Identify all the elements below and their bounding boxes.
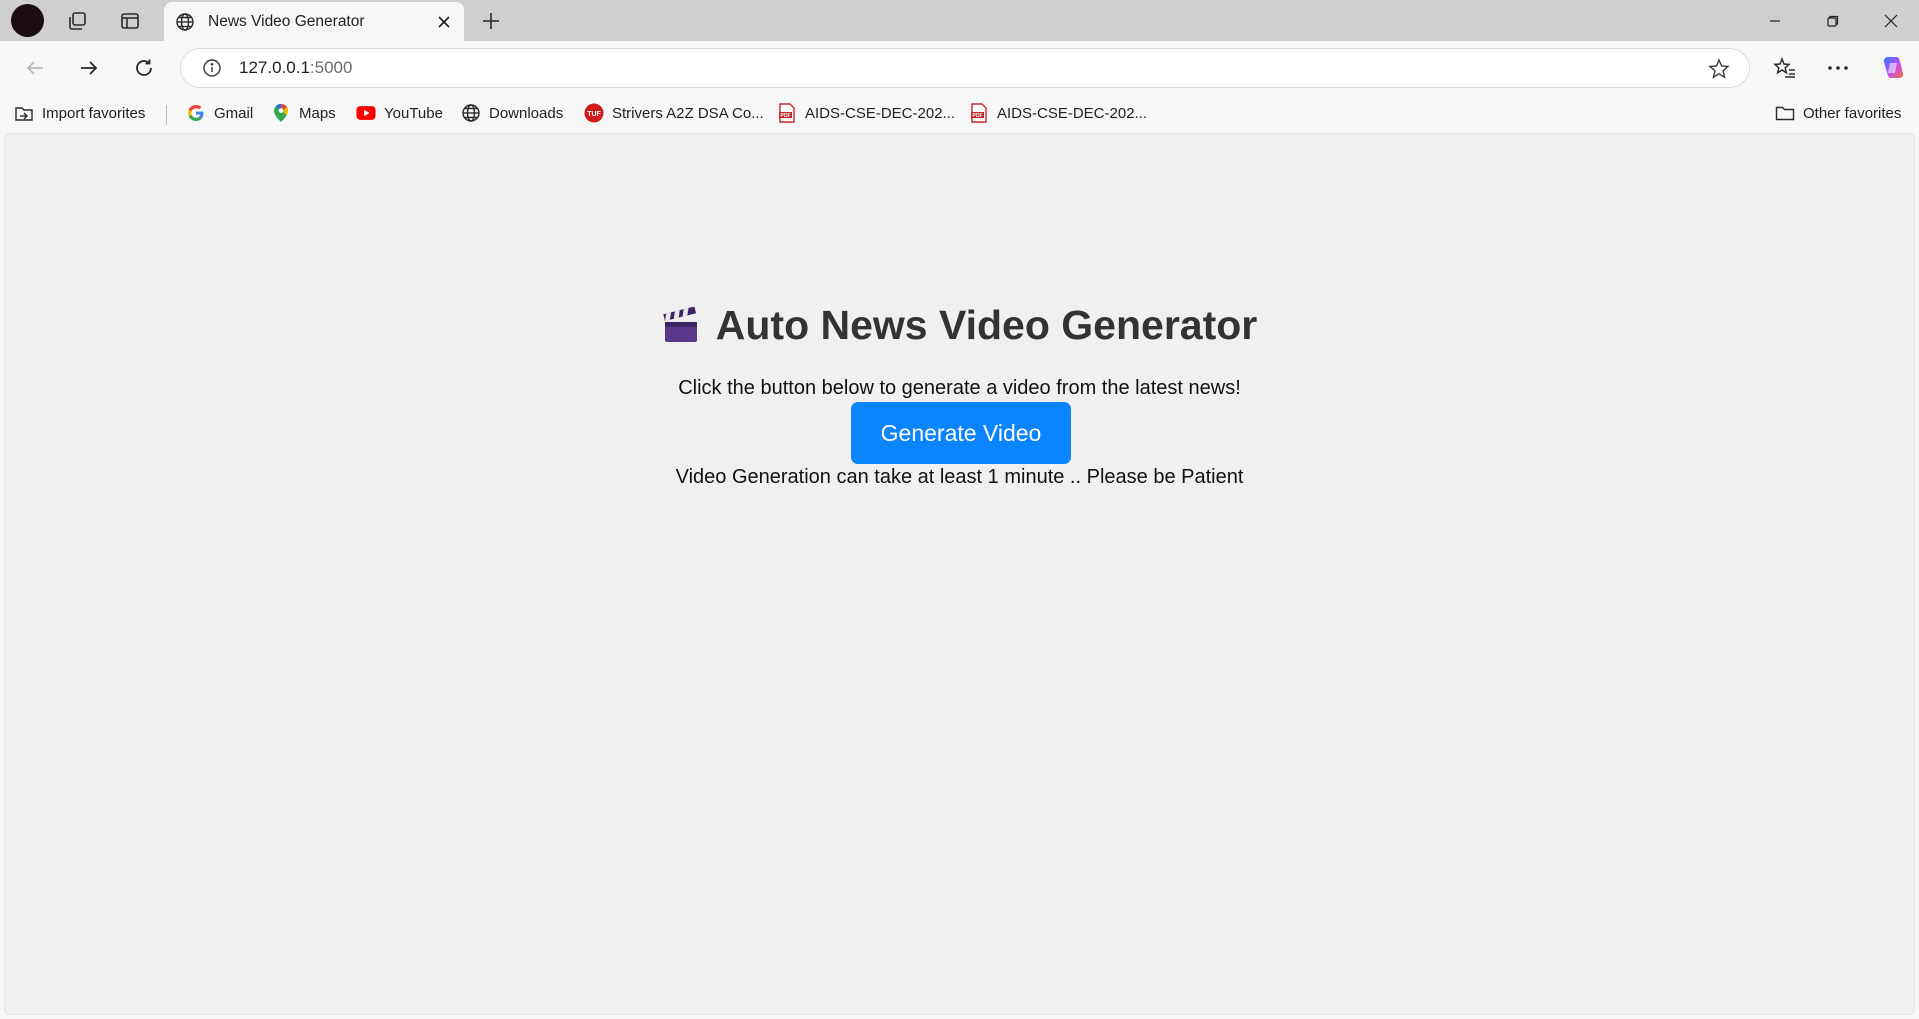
bookmarks-bar: Import favorites Gmail Maps YouTube Down… [0, 95, 1919, 131]
globe-icon [461, 103, 481, 123]
more-dots-icon [1828, 66, 1848, 70]
close-icon [1884, 14, 1898, 28]
bookmark-label: Strivers A2Z DSA Co... [612, 104, 764, 122]
pdf-icon: PDF [777, 103, 797, 123]
bookmark-label: Maps [299, 104, 336, 122]
page-title: Auto News Video Generator [715, 302, 1258, 348]
url-port: :5000 [309, 58, 353, 77]
page-viewport: Auto News Video Generator Click the butt… [4, 133, 1915, 1015]
bookmark-strivers-a2z[interactable]: TUF Strivers A2Z DSA Co... [584, 100, 764, 126]
new-tab-button[interactable] [476, 6, 506, 36]
import-icon [14, 103, 34, 123]
svg-text:TUF: TUF [587, 111, 601, 118]
restore-icon [1827, 15, 1839, 27]
tab-strip: News Video Generator [0, 0, 1919, 41]
bookmark-import-favorites[interactable]: Import favorites [14, 100, 145, 126]
url-text[interactable]: 127.0.0.1:5000 [239, 58, 352, 78]
forward-arrow-icon [81, 61, 98, 75]
close-window-button[interactable] [1868, 4, 1914, 38]
bookmark-gmail[interactable]: Gmail [186, 100, 253, 126]
bookmark-separator [166, 105, 167, 125]
site-info-icon[interactable] [201, 57, 223, 79]
bookmark-aids-cse-1[interactable]: PDF AIDS-CSE-DEC-202... [777, 100, 955, 126]
copilot-button[interactable] [1876, 51, 1910, 85]
pdf-icon: PDF [969, 103, 989, 123]
refresh-icon [136, 59, 152, 76]
url-host: 127.0.0.1 [239, 58, 310, 77]
bookmark-label: Import favorites [42, 104, 146, 122]
tab-title: News Video Generator [208, 12, 365, 30]
other-favorites-label: Other favorites [1803, 104, 1902, 122]
plus-icon [483, 13, 499, 29]
google-icon [186, 103, 206, 123]
favorite-star-icon[interactable] [1707, 57, 1731, 81]
back-button[interactable] [18, 51, 52, 85]
browser-toolbar: 127.0.0.1:5000 [0, 41, 1919, 95]
profile-avatar[interactable] [11, 4, 44, 37]
generate-video-button[interactable]: Generate Video [851, 402, 1071, 464]
youtube-icon [356, 103, 376, 123]
maps-pin-icon [271, 103, 291, 123]
patience-note: Video Generation can take at least 1 min… [675, 466, 1244, 488]
restore-button[interactable] [1810, 4, 1856, 38]
page-heading: Auto News Video Generator [5, 302, 1914, 349]
bookmark-aids-cse-2[interactable]: PDF AIDS-CSE-DEC-202... [969, 100, 1147, 126]
bookmark-label: AIDS-CSE-DEC-202... [997, 104, 1148, 122]
settings-menu-button[interactable] [1821, 51, 1855, 85]
bookmark-youtube[interactable]: YouTube [356, 100, 443, 126]
svg-text:PDF: PDF [973, 113, 983, 119]
bookmark-label: Downloads [489, 104, 564, 122]
other-favorites[interactable]: Other favorites [1775, 100, 1901, 126]
forward-button[interactable] [72, 51, 106, 85]
copilot-icon [1883, 57, 1904, 78]
refresh-button[interactable] [127, 51, 161, 85]
bookmark-maps[interactable]: Maps [271, 100, 336, 126]
svg-text:PDF: PDF [781, 113, 791, 119]
favorites-list-icon [1773, 57, 1795, 78]
minimize-icon [1770, 20, 1780, 22]
globe-icon [174, 11, 196, 33]
folder-icon [1775, 103, 1795, 123]
bookmark-downloads[interactable]: Downloads [461, 100, 563, 126]
tuf-icon: TUF [584, 103, 604, 123]
page-subtitle: Click the button below to generate a vid… [678, 377, 1241, 399]
clapperboard-icon [662, 306, 700, 345]
vertical-tabs-icon[interactable] [116, 7, 144, 35]
favorites-button[interactable] [1768, 51, 1802, 85]
minimize-button[interactable] [1752, 4, 1798, 38]
address-bar[interactable]: 127.0.0.1:5000 [180, 48, 1750, 88]
bookmark-label: AIDS-CSE-DEC-202... [805, 104, 956, 122]
active-tab[interactable]: News Video Generator [164, 2, 464, 41]
bookmark-label: Gmail [214, 104, 254, 122]
back-arrow-icon [26, 61, 43, 75]
workspaces-icon[interactable] [63, 7, 91, 35]
close-tab-icon[interactable] [430, 8, 458, 36]
bookmark-label: YouTube [384, 104, 443, 122]
